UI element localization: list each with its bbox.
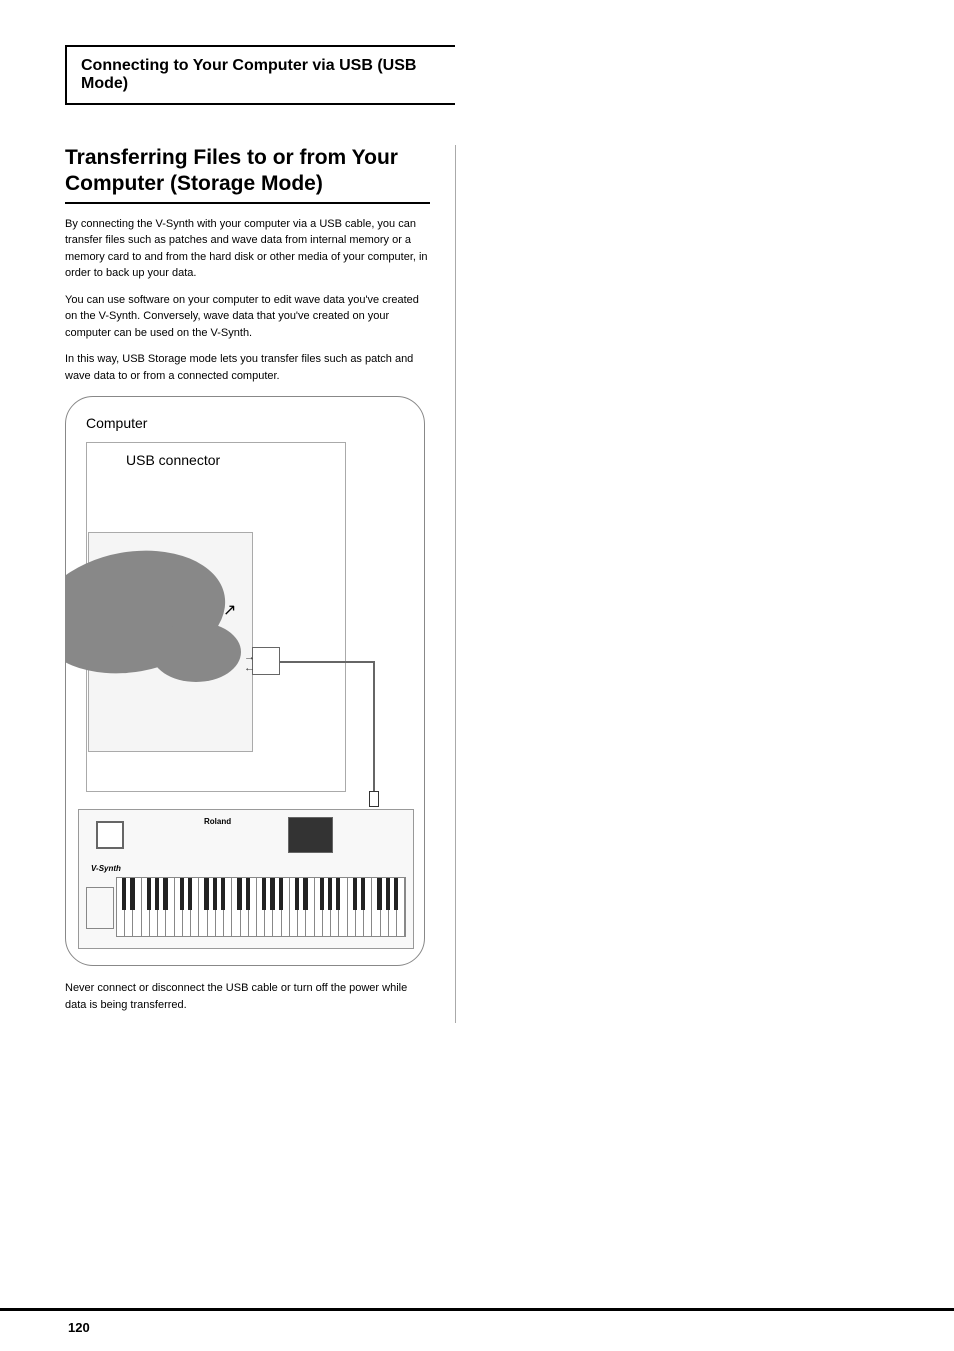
piano-key <box>339 878 347 936</box>
note-block: Never connect or disconnect the USB cabl… <box>65 980 430 1013</box>
piano-black-key <box>163 878 167 910</box>
piano-black-key <box>237 878 241 910</box>
piano-black-key <box>353 878 357 910</box>
piano-black-key <box>270 878 274 910</box>
piano-key <box>150 878 158 936</box>
piano-key <box>389 878 397 936</box>
piano-key <box>199 878 207 936</box>
piano-key <box>232 878 240 936</box>
usb-connector-label: USB connector <box>126 452 220 468</box>
computer-disc-small <box>151 622 241 682</box>
piano-black-key <box>262 878 266 910</box>
brand-label: Roland <box>204 817 231 826</box>
piano-black-key <box>336 878 340 910</box>
piano-black-key <box>180 878 184 910</box>
section-underline <box>65 202 430 204</box>
piano-key <box>208 878 216 936</box>
piano-key <box>133 878 141 936</box>
piano-keys <box>116 877 406 937</box>
piano-key <box>216 878 224 936</box>
piano-black-key <box>279 878 283 910</box>
keyboard-pad <box>96 821 124 849</box>
footer-rule <box>0 1308 954 1311</box>
piano-black-key <box>295 878 299 910</box>
piano-key <box>265 878 273 936</box>
paragraph-1: By connecting the V-Synth with your comp… <box>65 216 430 282</box>
piano-black-key <box>246 878 250 910</box>
piano-key <box>249 878 257 936</box>
piano-black-key <box>394 878 398 910</box>
piano-black-key <box>213 878 217 910</box>
right-column <box>455 145 845 1023</box>
piano-black-key <box>188 878 192 910</box>
piano-key <box>224 878 232 936</box>
piano-black-key <box>320 878 324 910</box>
piano-key <box>306 878 314 936</box>
piano-black-key <box>328 878 332 910</box>
piano-black-key <box>122 878 126 910</box>
arrow-insert-icon: ↗ <box>223 600 236 620</box>
paragraph-2: You can use software on your computer to… <box>65 292 430 342</box>
piano-black-key <box>303 878 307 910</box>
left-column: Transferring Files to or from Your Compu… <box>65 145 455 1023</box>
piano-key <box>372 878 380 936</box>
piano-black-key <box>361 878 365 910</box>
piano-key <box>175 878 183 936</box>
piano-black-key <box>155 878 159 910</box>
piano-key <box>117 878 125 936</box>
piano-key <box>331 878 339 936</box>
piano-key <box>158 878 166 936</box>
piano-key <box>290 878 298 936</box>
keyboard-display <box>288 817 333 853</box>
piano-key <box>323 878 331 936</box>
piano-black-key <box>130 878 134 910</box>
piano-black-key <box>204 878 208 910</box>
piano-key <box>166 878 174 936</box>
paragraph-3: In this way, USB Storage mode lets you t… <box>65 351 430 384</box>
piano-key <box>381 878 389 936</box>
piano-black-key <box>147 878 151 910</box>
computer-label: Computer <box>86 415 147 431</box>
keyboard-wheel-panel <box>86 887 114 929</box>
page-title-text: Connecting to Your Computer via USB (USB… <box>81 57 416 92</box>
piano-black-key <box>386 878 390 910</box>
usb-port-icon <box>252 647 280 675</box>
page: Connecting to Your Computer via USB (USB… <box>0 0 954 1351</box>
piano-key <box>282 878 290 936</box>
piano-key <box>125 878 133 936</box>
page-number: 120 <box>68 1320 90 1335</box>
piano-key <box>397 878 405 936</box>
piano-key <box>191 878 199 936</box>
piano-black-key <box>221 878 225 910</box>
page-title-box: Connecting to Your Computer via USB (USB… <box>65 45 455 105</box>
section-heading: Transferring Files to or from Your Compu… <box>65 145 430 198</box>
product-label: V-Synth <box>91 864 121 873</box>
piano-key <box>298 878 306 936</box>
piano-key <box>364 878 372 936</box>
piano-key <box>315 878 323 936</box>
connection-diagram: Computer USB connector ↗ → ← Roland V-Sy… <box>65 396 425 966</box>
arrow-left-icon: ← <box>244 662 255 674</box>
piano-key <box>348 878 356 936</box>
piano-key <box>241 878 249 936</box>
usb-plug-icon <box>369 791 379 807</box>
piano-black-key <box>377 878 381 910</box>
piano-key <box>356 878 364 936</box>
piano-key <box>142 878 150 936</box>
piano-key <box>273 878 281 936</box>
note-text: Never connect or disconnect the USB cabl… <box>65 980 430 1013</box>
content-columns: Transferring Files to or from Your Compu… <box>65 145 889 1023</box>
piano-key <box>183 878 191 936</box>
usb-cable-h <box>280 661 375 663</box>
piano-key <box>257 878 265 936</box>
usb-cable-v <box>373 661 375 796</box>
